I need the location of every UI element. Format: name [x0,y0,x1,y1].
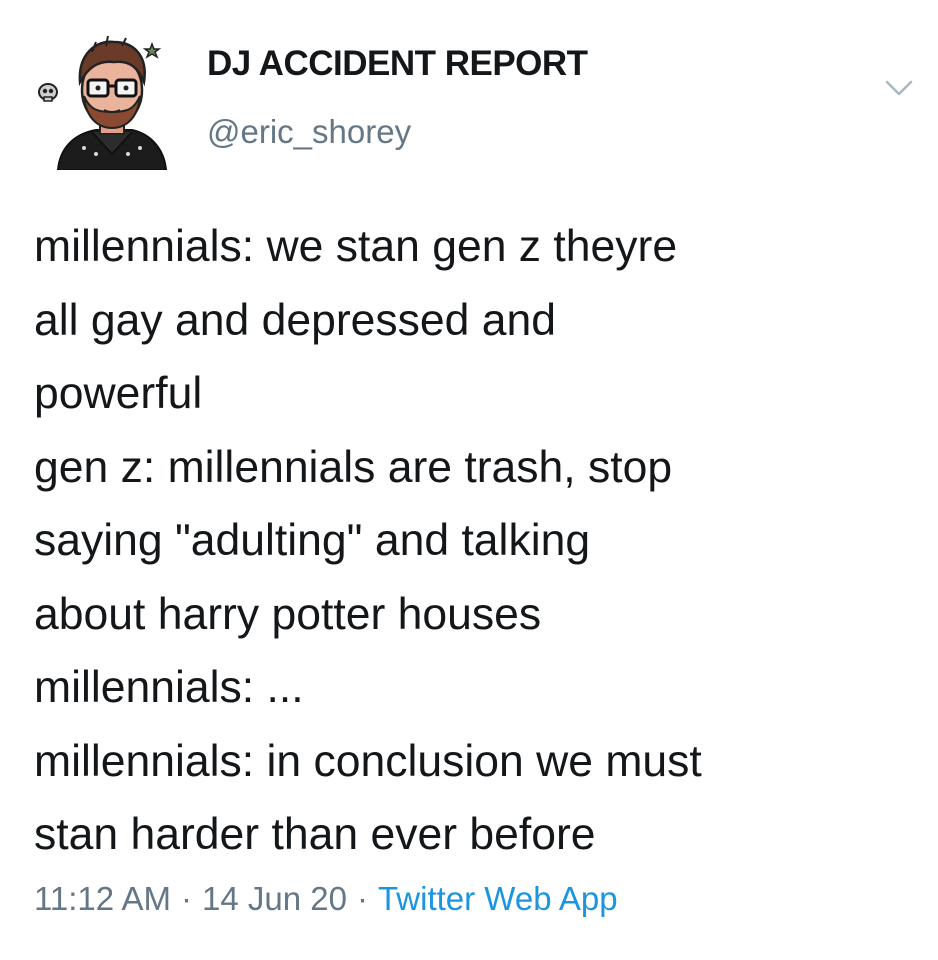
tweet-text-line: millennials: we stan gen z theyre [34,222,678,271]
chevron-down-icon[interactable] [884,78,914,98]
tweet-date[interactable]: 14 Jun 20 [202,880,347,917]
tweet-metadata: 11:12 AM · 14 Jun 20 · Twitter Web App [34,880,618,918]
tweet-text-line: all gay and depressed and [34,295,557,345]
tweet-source-link[interactable]: Twitter Web App [378,880,618,917]
avatar[interactable] [34,30,180,171]
tweet-card: DJ ACCIDENT REPORT @eric_shorey millenni… [0,0,938,960]
author-display-name[interactable]: DJ ACCIDENT REPORT [207,44,588,84]
tweet-text-line: powerful [34,369,203,418]
tweet-text-line: gen z: millennials are trash, stop [34,442,673,492]
cartoon-avatar-icon [38,35,168,171]
meta-separator: · [180,880,192,917]
tweet-text-line: about harry potter houses [34,589,542,639]
tweet-header: DJ ACCIDENT REPORT @eric_shorey [0,0,938,190]
tweet-text-line: millennials: in conclusion we must [34,736,702,786]
tweet-text: millennials: we stan gen z theyre all ga… [34,210,924,872]
tweet-text-line: stan harder than ever before [34,810,596,859]
tweet-text-line: millennials: ... [34,663,304,712]
meta-separator: · [356,880,368,917]
author-handle[interactable]: @eric_shorey [207,113,411,151]
tweet-text-line: saying "adulting" and talking [34,516,591,565]
tweet-time[interactable]: 11:12 AM [34,880,171,917]
